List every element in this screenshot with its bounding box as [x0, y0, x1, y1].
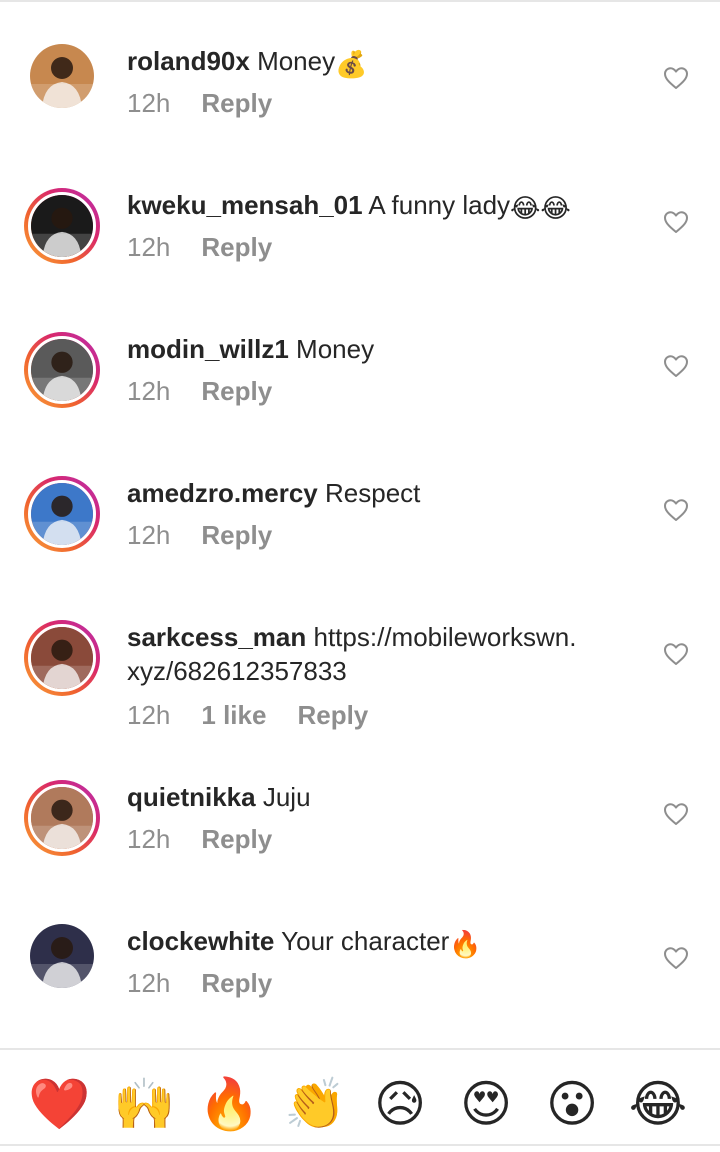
- avatar[interactable]: [24, 38, 100, 114]
- comment-timestamp: 12h: [127, 88, 171, 118]
- like-heart-icon[interactable]: [663, 66, 689, 90]
- comment-meta: 12h 1 like Reply: [127, 700, 399, 730]
- comment-body: Money: [257, 46, 336, 76]
- reply-button[interactable]: Reply: [297, 700, 368, 730]
- reaction-red-heart-icon[interactable]: ❤️: [28, 1074, 90, 1134]
- comment-emoji: 🔥: [449, 929, 482, 959]
- reply-button[interactable]: Reply: [201, 824, 272, 854]
- avatar: [28, 480, 96, 548]
- reply-button[interactable]: Reply: [201, 520, 272, 550]
- comment-text: kweku_mensah_01 A funny lady😂😂: [127, 188, 627, 222]
- avatar-story-ring[interactable]: [24, 332, 100, 408]
- comment-meta: 12h Reply: [127, 376, 303, 406]
- avatar-story-ring[interactable]: [24, 188, 100, 264]
- avatar-story-ring[interactable]: [24, 780, 100, 856]
- avatar-story-ring[interactable]: [24, 620, 100, 696]
- comment-meta: 12h Reply: [127, 824, 303, 854]
- comment-username[interactable]: roland90x: [127, 46, 250, 76]
- reaction-fire-icon[interactable]: 🔥: [198, 1074, 260, 1134]
- like-heart-icon[interactable]: [663, 802, 689, 826]
- avatar: [30, 924, 94, 988]
- comment-text: quietnikka Juju: [127, 780, 627, 814]
- comment-text: modin_willz1 Money: [127, 332, 627, 366]
- reply-button[interactable]: Reply: [201, 968, 272, 998]
- comment-timestamp: 12h: [127, 520, 171, 550]
- avatar: [28, 336, 96, 404]
- like-heart-icon[interactable]: [663, 210, 689, 234]
- avatar-image: [30, 924, 94, 988]
- avatar: [30, 44, 94, 108]
- comment-meta: 12h Reply: [127, 88, 303, 118]
- quick-reaction-bar: ❤️ 🙌 🔥 👏 😥 😍 😮 😂: [0, 1048, 720, 1152]
- comment-body: A funny lady: [368, 190, 511, 220]
- comment-meta: 12h Reply: [127, 968, 303, 998]
- reaction-surprised-face-icon[interactable]: 😮: [542, 1074, 602, 1134]
- comment-text: clockewhite Your character🔥: [127, 924, 627, 958]
- like-heart-icon[interactable]: [663, 498, 689, 522]
- avatar-image: [31, 483, 93, 545]
- comment-meta: 12h Reply: [127, 520, 303, 550]
- comment-username[interactable]: amedzro.mercy: [127, 478, 318, 508]
- avatar-image: [30, 44, 94, 108]
- avatar-image: [31, 787, 93, 849]
- comment-username[interactable]: modin_willz1: [127, 334, 289, 364]
- comment-emoji: 💰: [335, 49, 368, 79]
- comment-username[interactable]: clockewhite: [127, 926, 274, 956]
- like-heart-icon[interactable]: [663, 642, 689, 666]
- bottom-divider: [0, 1144, 720, 1146]
- comment-like-count[interactable]: 1 like: [201, 700, 266, 730]
- reply-button[interactable]: Reply: [201, 88, 272, 118]
- reaction-heart-eyes-icon[interactable]: 😍: [456, 1074, 516, 1134]
- comment-body: Money: [296, 334, 375, 364]
- comment-username[interactable]: kweku_mensah_01: [127, 190, 363, 220]
- top-divider: [0, 0, 720, 2]
- avatar: [28, 192, 96, 260]
- comment-text: amedzro.mercy Respect: [127, 476, 627, 510]
- avatar: [28, 784, 96, 852]
- comment-username[interactable]: sarkcess_man: [127, 622, 306, 652]
- reaction-raising-hands-icon[interactable]: 🙌: [113, 1074, 175, 1134]
- comment-body: Respect: [325, 478, 421, 508]
- avatar-image: [31, 627, 93, 689]
- avatar-image: [31, 339, 93, 401]
- comment-username[interactable]: quietnikka: [127, 782, 256, 812]
- comment-emoji: 😂😂: [510, 193, 571, 223]
- comment-body: Your character: [281, 926, 450, 956]
- comment-timestamp: 12h: [127, 968, 171, 998]
- comment-body: Juju: [262, 782, 311, 812]
- reaction-clapping-hands-icon[interactable]: 👏: [284, 1074, 346, 1134]
- comment-text: sarkcess_man https://mobileworkswn. xyz/…: [127, 620, 627, 688]
- reply-button[interactable]: Reply: [201, 376, 272, 406]
- avatar-image: [31, 195, 93, 257]
- reaction-sad-face-icon[interactable]: 😥: [370, 1074, 430, 1134]
- comment-timestamp: 12h: [127, 700, 171, 730]
- like-heart-icon[interactable]: [663, 354, 689, 378]
- comment-text: roland90x Money💰: [127, 44, 627, 78]
- comment-meta: 12h Reply: [127, 232, 303, 262]
- comment-timestamp: 12h: [127, 824, 171, 854]
- comment-timestamp: 12h: [127, 232, 171, 262]
- reply-button[interactable]: Reply: [201, 232, 272, 262]
- reaction-tears-of-joy-icon[interactable]: 😂: [628, 1074, 688, 1134]
- avatar-story-ring[interactable]: [24, 476, 100, 552]
- avatar: [28, 624, 96, 692]
- comment-timestamp: 12h: [127, 376, 171, 406]
- avatar[interactable]: [24, 918, 100, 994]
- like-heart-icon[interactable]: [663, 946, 689, 970]
